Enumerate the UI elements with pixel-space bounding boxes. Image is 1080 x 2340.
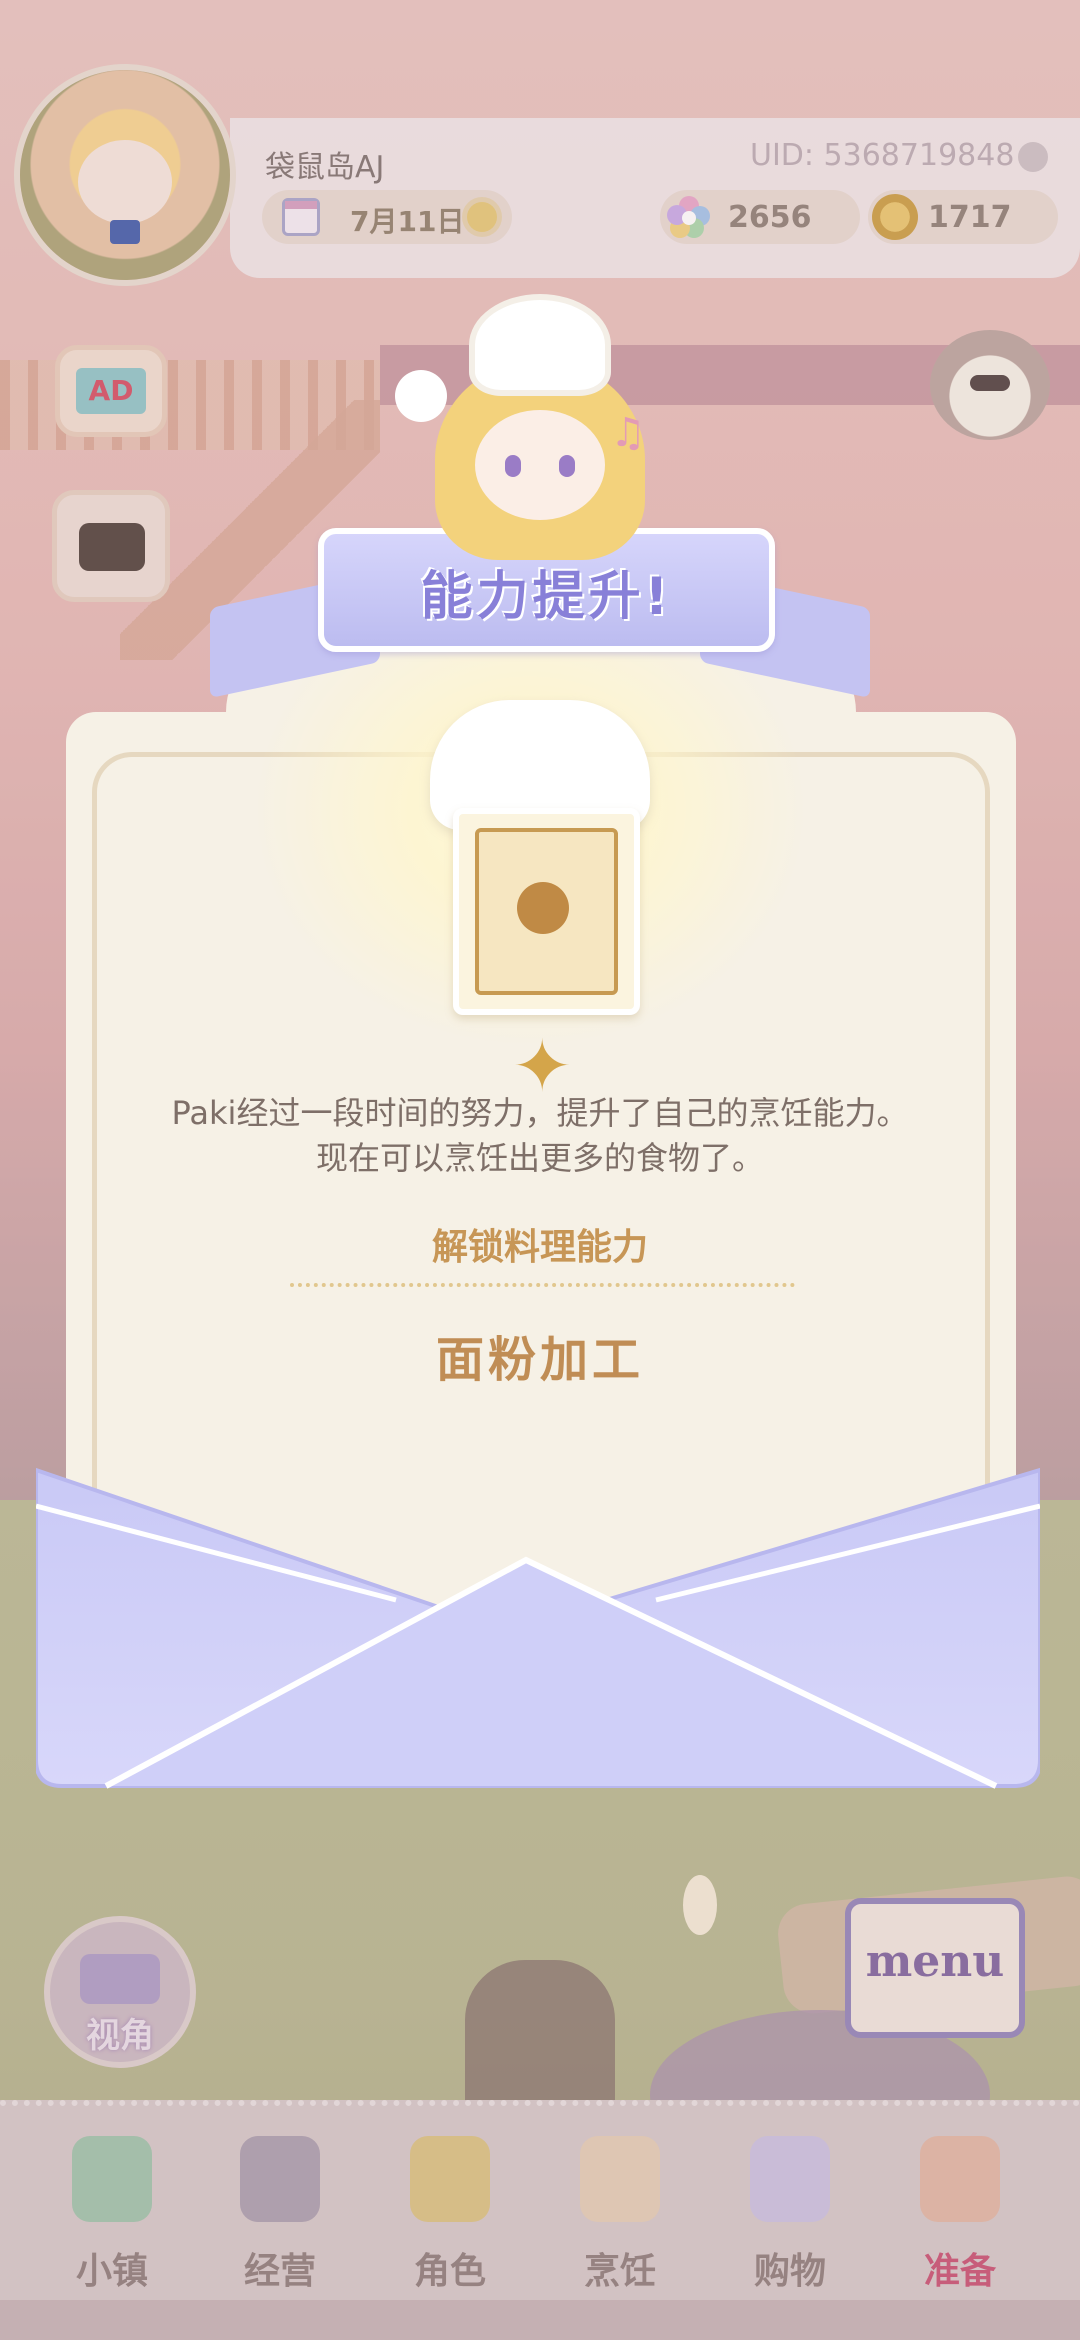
envelope-front — [36, 1467, 1040, 1789]
description-line-2: 现在可以烹饪出更多的食物了。 — [315, 1139, 764, 1177]
recipe-book-cover — [475, 828, 618, 995]
chef-eye-right — [559, 455, 575, 477]
chef-hat — [475, 300, 605, 390]
heart-bubble-icon — [395, 370, 447, 422]
music-note-icon: ♫ — [610, 410, 646, 456]
chef-character-illustration: ♫ — [395, 300, 685, 560]
dotted-divider — [290, 1283, 795, 1287]
dialog-title: 能力提升! — [420, 567, 673, 627]
chef-eye-left — [505, 455, 521, 477]
recipe-book-icon — [453, 808, 640, 1015]
chef-face — [475, 410, 605, 520]
unlock-heading: 解锁料理能力 — [431, 1227, 648, 1268]
description-line-1: Paki经过一段时间的努力，提升了自己的烹饪能力。 — [171, 1094, 909, 1132]
chef-emblem-icon — [517, 882, 569, 934]
unlocked-skill-name: 面粉加工 — [435, 1332, 644, 1388]
